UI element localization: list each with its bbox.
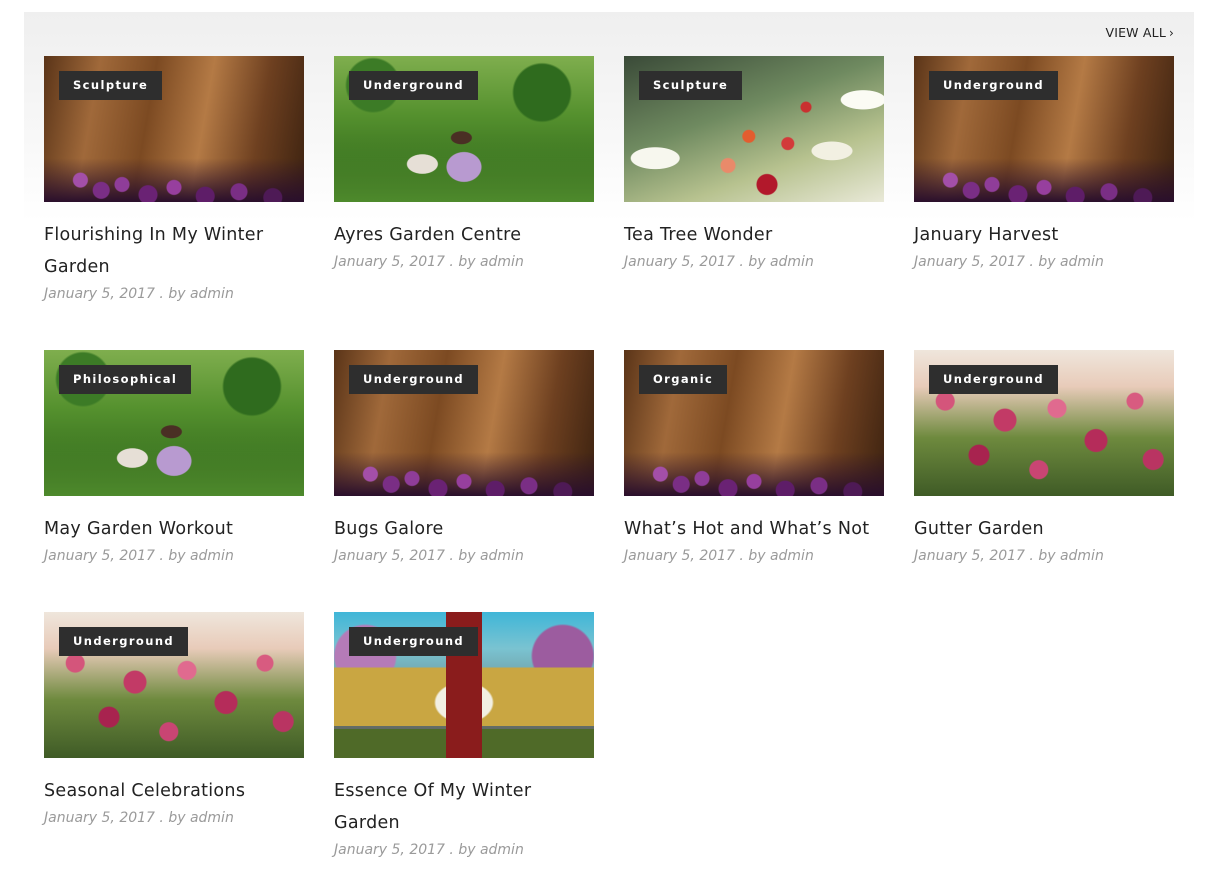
post-thumbnail[interactable]: Organic [624,350,884,496]
post-card: Underground Essence Of My Winter Garden … [334,612,594,860]
post-thumbnail[interactable]: Underground [914,56,1174,202]
post-title[interactable]: Gutter Garden [914,513,1174,545]
post-card: Underground Ayres Garden Centre January … [334,56,594,272]
post-title[interactable]: Ayres Garden Centre [334,219,594,251]
post-thumbnail[interactable]: Underground [334,350,594,496]
post-meta: January 5, 2017 . by admin [914,548,1104,564]
post-author[interactable]: by admin [168,810,234,826]
post-thumbnail[interactable]: Philosophical [44,350,304,496]
post-author[interactable]: by admin [1038,548,1104,564]
post-card: Philosophical May Garden Workout January… [44,350,304,566]
post-author[interactable]: by admin [168,286,234,302]
post-date[interactable]: January 5, 2017 [334,548,445,564]
post-date[interactable]: January 5, 2017 [624,548,735,564]
category-badge[interactable]: Sculpture [59,71,163,100]
post-card: Sculpture Tea Tree Wonder January 5, 201… [624,56,884,272]
post-author[interactable]: by admin [458,254,524,270]
post-thumbnail[interactable]: Underground [44,612,304,758]
category-badge[interactable]: Philosophical [59,365,192,394]
post-meta: January 5, 2017 . by admin [624,548,814,564]
post-date[interactable]: January 5, 2017 [44,548,155,564]
post-meta: January 5, 2017 . by admin [334,842,524,858]
view-all-label: VIEW ALL [1105,25,1166,40]
post-date[interactable]: January 5, 2017 [914,548,1025,564]
post-thumbnail[interactable]: Underground [914,350,1174,496]
category-badge[interactable]: Underground [349,627,479,656]
post-author[interactable]: by admin [748,254,814,270]
post-card: Sculpture Flourishing In My Winter Garde… [44,56,304,304]
post-date[interactable]: January 5, 2017 [44,810,155,826]
post-title[interactable]: Tea Tree Wonder [624,219,884,251]
post-author[interactable]: by admin [748,548,814,564]
view-all-link[interactable]: VIEW ALL › [1105,25,1174,40]
post-date[interactable]: January 5, 2017 [334,254,445,270]
category-badge[interactable]: Underground [929,71,1059,100]
post-date[interactable]: January 5, 2017 [334,842,445,858]
post-title[interactable]: Flourishing In My Winter Garden [44,219,304,283]
post-thumbnail[interactable]: Underground [334,612,594,758]
post-date[interactable]: January 5, 2017 [624,254,735,270]
post-meta: January 5, 2017 . by admin [334,548,524,564]
post-meta: January 5, 2017 . by admin [44,810,234,826]
post-thumbnail[interactable]: Underground [334,56,594,202]
post-author[interactable]: by admin [168,548,234,564]
category-badge[interactable]: Underground [929,365,1059,394]
post-author[interactable]: by admin [458,548,524,564]
chevron-right-icon: › [1169,25,1174,40]
post-title[interactable]: Bugs Galore [334,513,594,545]
post-title[interactable]: May Garden Workout [44,513,304,545]
post-card: Underground Gutter Garden January 5, 201… [914,350,1174,566]
post-meta: January 5, 2017 . by admin [334,254,524,270]
post-meta: January 5, 2017 . by admin [44,548,234,564]
post-title[interactable]: January Harvest [914,219,1174,251]
post-meta: January 5, 2017 . by admin [914,254,1104,270]
post-date[interactable]: January 5, 2017 [914,254,1025,270]
post-thumbnail[interactable]: Sculpture [624,56,884,202]
post-meta: January 5, 2017 . by admin [44,286,234,302]
post-title[interactable]: Essence Of My Winter Garden [334,775,594,839]
post-card: Underground Seasonal Celebrations Januar… [44,612,304,828]
post-title[interactable]: Seasonal Celebrations [44,775,304,807]
post-meta: January 5, 2017 . by admin [624,254,814,270]
category-badge[interactable]: Underground [59,627,189,656]
category-badge[interactable]: Organic [639,365,728,394]
category-badge[interactable]: Sculpture [639,71,743,100]
post-author[interactable]: by admin [458,842,524,858]
post-author[interactable]: by admin [1038,254,1104,270]
category-badge[interactable]: Underground [349,71,479,100]
category-badge[interactable]: Underground [349,365,479,394]
post-date[interactable]: January 5, 2017 [44,286,155,302]
post-thumbnail[interactable]: Sculpture [44,56,304,202]
post-title[interactable]: What’s Hot and What’s Not [624,513,884,545]
post-card: Organic What’s Hot and What’s Not Januar… [624,350,884,566]
post-card: Underground January Harvest January 5, 2… [914,56,1174,272]
post-card: Underground Bugs Galore January 5, 2017 … [334,350,594,566]
